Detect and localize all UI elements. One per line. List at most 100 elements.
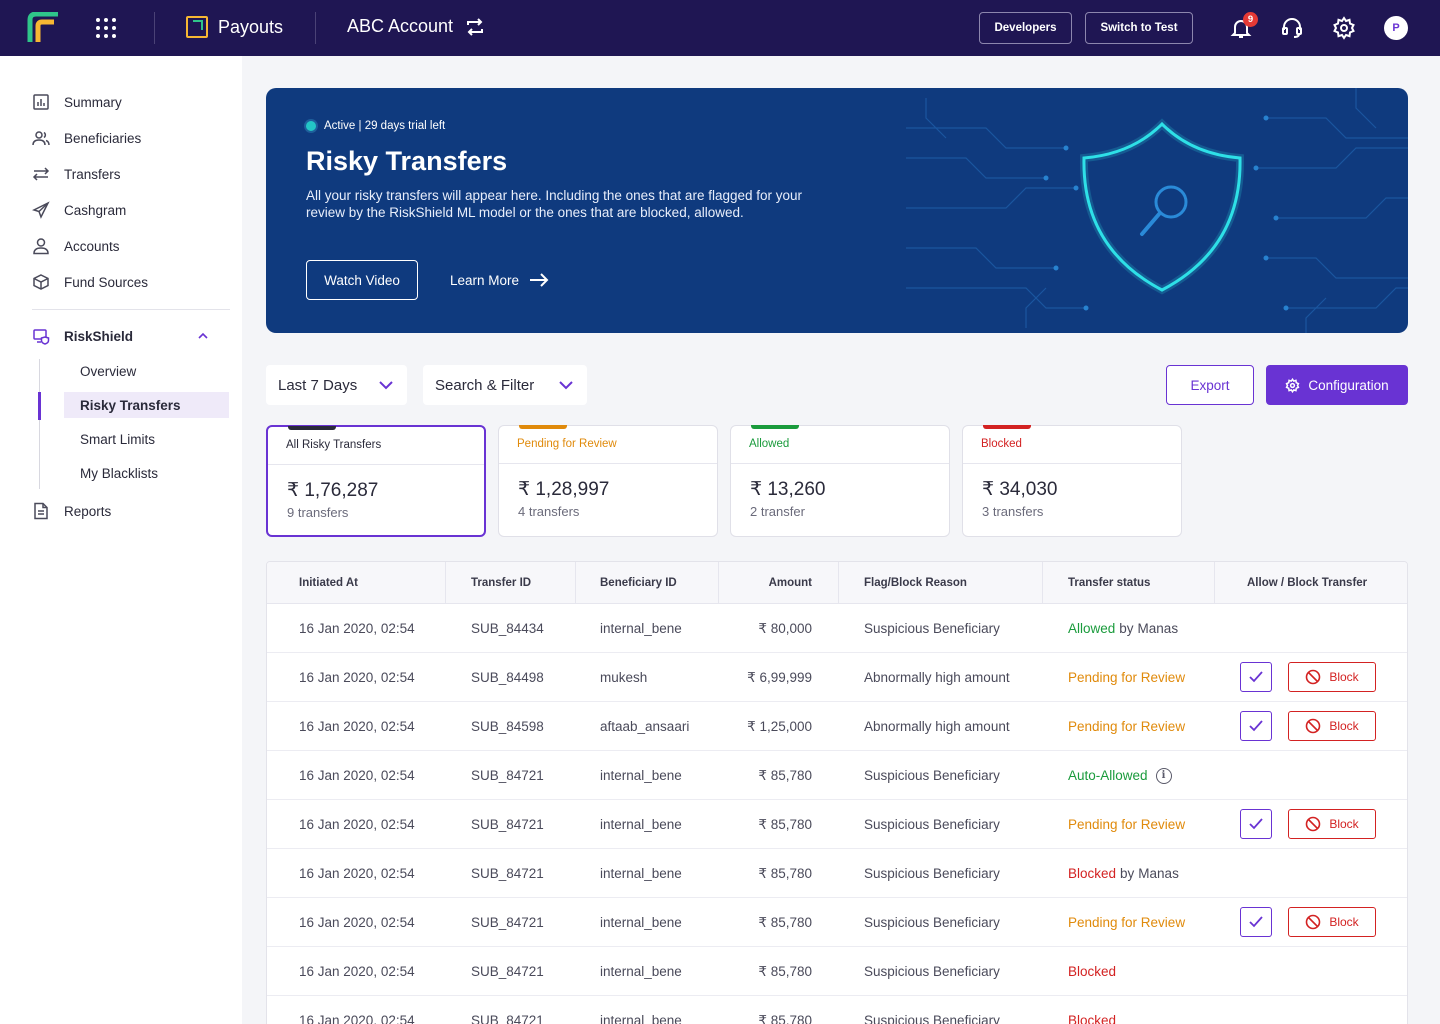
table-row[interactable]: 16 Jan 2020, 02:54 SUB_84721 internal_bene… [267, 947, 1407, 996]
chevron-up-icon[interactable] [197, 330, 209, 342]
sidebar-item-beneficiaries[interactable]: Beneficiaries [32, 126, 141, 150]
checkmark-icon [1249, 818, 1263, 830]
block-label: Block [1329, 915, 1359, 929]
card-pending-for-review[interactable]: Pending for Review ₹ 1,28,997 4 transfer… [498, 425, 718, 537]
sidebar-subitem-overview[interactable]: Overview [64, 358, 229, 384]
allow-button[interactable] [1240, 662, 1272, 692]
settings-gear-icon[interactable] [1332, 16, 1356, 40]
sidebar-item-riskshield[interactable]: RiskShield [32, 324, 212, 348]
table-row[interactable]: 16 Jan 2020, 02:54 SUB_84498 mukesh ₹ 6,99,… [267, 653, 1407, 702]
cell-transfer-id: SUB_84721 [471, 817, 544, 832]
status-by-user: Manas [1137, 621, 1179, 636]
table-row[interactable]: 16 Jan 2020, 02:54 SUB_84721 internal_bene… [267, 751, 1407, 800]
learn-more-label: Learn More [450, 272, 520, 288]
configuration-button[interactable]: Configuration [1266, 365, 1408, 405]
user-avatar[interactable]: P [1384, 16, 1408, 40]
cell-beneficiary-id: internal_bene [600, 621, 682, 636]
card-count: 9 transfers [287, 505, 349, 520]
table-row[interactable]: 16 Jan 2020, 02:54 SUB_84721 internal_bene… [267, 898, 1407, 947]
account-name: ABC Account [347, 16, 454, 36]
cell-transfer-id: SUB_84721 [471, 1013, 544, 1024]
date-range-value: Last 7 Days [278, 376, 358, 394]
sidebar-item-reports[interactable]: Reports [32, 499, 111, 523]
cell-transfer-status: Pending for Review [1068, 898, 1185, 947]
block-label: Block [1329, 817, 1359, 831]
status-text: Auto-Allowed [1068, 768, 1148, 783]
card-all-risky-transfers[interactable]: All Risky Transfers ₹ 1,76,287 9 transfe… [266, 425, 486, 537]
sidebar-item-fund-sources[interactable]: Fund Sources [32, 270, 148, 294]
allow-button[interactable] [1240, 809, 1272, 839]
cell-amount: ₹ 85,780 [758, 865, 812, 881]
cell-transfer-status: Pending for Review [1068, 653, 1185, 702]
sidebar-item-summary[interactable]: Summary [32, 90, 122, 114]
block-icon [1306, 816, 1321, 832]
chevron-down-icon [379, 381, 393, 390]
info-icon[interactable]: i [1155, 767, 1172, 784]
summary-icon [33, 94, 49, 110]
block-button[interactable]: Block [1288, 711, 1376, 741]
cashfree-logo[interactable] [26, 12, 60, 44]
cell-amount: ₹ 6,99,999 [747, 669, 812, 685]
account-switcher[interactable]: ABC Account [347, 16, 485, 37]
allow-button[interactable] [1240, 907, 1272, 937]
support-icon[interactable] [1280, 16, 1304, 40]
status-text: Pending for Review [1068, 719, 1186, 734]
card-title: Pending for Review [499, 426, 717, 464]
cell-amount: ₹ 85,780 [758, 963, 812, 979]
checkmark-icon [1249, 720, 1263, 732]
sidebar-subitem-risky-transfers[interactable]: Risky Transfers [64, 392, 229, 418]
checkmark-icon [1249, 916, 1263, 928]
table-row[interactable]: 16 Jan 2020, 02:54 SUB_84598 aftaab_ansaar… [267, 702, 1407, 751]
sidebar-item-label: Accounts [64, 238, 120, 254]
product-switcher[interactable]: Payouts [186, 16, 283, 38]
export-button[interactable]: Export [1166, 365, 1254, 405]
watch-video-button[interactable]: Watch Video [306, 260, 418, 300]
table-row[interactable]: 16 Jan 2020, 02:54 SUB_84721 internal_bene… [267, 996, 1407, 1024]
card-color-tag [751, 425, 799, 429]
search-filter-dropdown[interactable]: Search & Filter [423, 365, 587, 405]
developers-button[interactable]: Developers [979, 12, 1072, 44]
cell-transfer-status: Blocked by Manas [1068, 849, 1179, 898]
card-allowed[interactable]: Allowed ₹ 13,260 2 transfer [730, 425, 950, 537]
sidebar-item-cashgram[interactable]: Cashgram [32, 198, 126, 222]
status-text: Allowed [1068, 621, 1116, 636]
sidebar-subitem-my-blacklists[interactable]: My Blacklists [64, 460, 229, 486]
sidebar-item-transfers[interactable]: Transfers [32, 162, 121, 186]
block-button[interactable]: Block [1288, 662, 1376, 692]
cell-beneficiary-id: internal_bene [600, 817, 682, 832]
column-header-transfer-id: Transfer ID [471, 577, 532, 589]
block-button[interactable]: Block [1288, 809, 1376, 839]
date-range-dropdown[interactable]: Last 7 Days [266, 365, 407, 405]
search-filter-label: Search & Filter [435, 376, 535, 394]
payouts-icon [186, 16, 208, 38]
cell-transfer-status: Blocked [1068, 947, 1116, 996]
cell-transfer-status: Pending for Review [1068, 800, 1185, 849]
cell-transfer-id: SUB_84721 [471, 915, 544, 930]
banner-description: All your risky transfers will appear her… [306, 188, 803, 220]
top-bar: Payouts ABC Account Developers Switch to… [0, 0, 1440, 56]
table-row[interactable]: 16 Jan 2020, 02:54 SUB_84434 internal_bene… [267, 604, 1407, 653]
switch-to-test-button[interactable]: Switch to Test [1085, 12, 1193, 44]
cell-transfer-id: SUB_84721 [471, 768, 544, 783]
card-color-tag [288, 426, 336, 430]
block-button[interactable]: Block [1288, 907, 1376, 937]
column-header-allow-block: Allow / Block Transfer [1247, 577, 1368, 589]
cell-beneficiary-id: mukesh [600, 670, 648, 685]
submenu-guide-line [39, 359, 40, 489]
sidebar-subitem-smart-limits[interactable]: Smart Limits [64, 426, 229, 452]
cell-transfer-status: Blocked [1068, 996, 1116, 1024]
card-title: Blocked [963, 426, 1181, 464]
app-switcher-icon[interactable] [94, 16, 118, 40]
cell-transfer-id: SUB_84721 [471, 964, 544, 979]
allow-button[interactable] [1240, 711, 1272, 741]
learn-more-link[interactable]: Learn More [450, 260, 549, 300]
table-row[interactable]: 16 Jan 2020, 02:54 SUB_84721 internal_bene… [267, 849, 1407, 898]
card-blocked[interactable]: Blocked ₹ 34,030 3 transfers [962, 425, 1182, 537]
table-row[interactable]: 16 Jan 2020, 02:54 SUB_84721 internal_bene… [267, 800, 1407, 849]
cell-beneficiary-id: internal_bene [600, 915, 682, 930]
sidebar-item-label: Beneficiaries [64, 130, 142, 146]
column-header-beneficiary-id: Beneficiary ID [600, 577, 677, 589]
sidebar-item-accounts[interactable]: Accounts [32, 234, 120, 258]
cell-transfer-id: SUB_84498 [471, 670, 544, 685]
cell-reason: Abnormally high amount [864, 670, 1010, 685]
